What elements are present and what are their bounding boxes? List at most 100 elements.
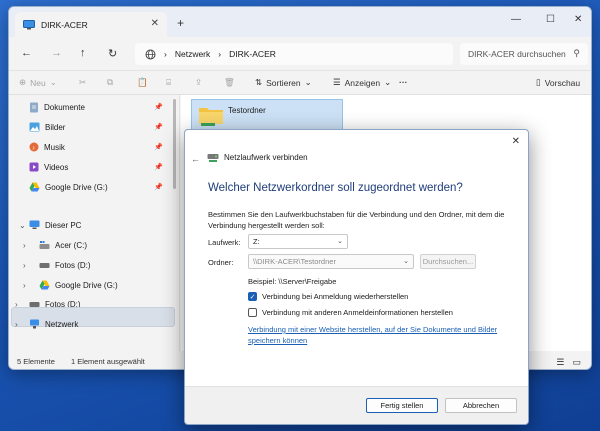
item-count: 5 Elemente bbox=[17, 356, 55, 366]
sidebar-item-google-drive-g[interactable]: Google Drive (G:) bbox=[39, 276, 118, 294]
chevron-down-icon: ⌄ bbox=[403, 258, 409, 265]
up-icon[interactable]: ↑ bbox=[80, 47, 86, 59]
sidebar-item-dokumente[interactable]: Dokumente 📌 bbox=[29, 98, 169, 116]
folder-name: Testordner bbox=[228, 106, 266, 115]
sidebar-item-dieser-pc[interactable]: Dieser PC bbox=[29, 216, 81, 234]
network-icon bbox=[29, 319, 40, 329]
search-placeholder: DIRK-ACER durchsuchen bbox=[468, 49, 566, 59]
search-input[interactable]: DIRK-ACER durchsuchen ⚲ bbox=[460, 43, 588, 65]
sidebar-item-videos[interactable]: Videos 📌 bbox=[29, 158, 169, 176]
plus-circle-icon: ⊕ bbox=[19, 77, 27, 87]
network-drive-icon bbox=[207, 152, 219, 163]
network-globe-icon bbox=[145, 49, 156, 60]
shared-folder-icon bbox=[198, 105, 224, 127]
dialog-description: Bestimmen Sie den Laufwerkbuchstaben für… bbox=[208, 210, 505, 230]
sidebar-item-label: Netzwerk bbox=[45, 319, 79, 329]
sidebar-item-label: Fotos (D:) bbox=[55, 260, 91, 270]
breadcrumb-network[interactable]: Netzwerk bbox=[175, 49, 210, 59]
breadcrumb-dirk-acer[interactable]: DIRK-ACER bbox=[229, 49, 276, 59]
maximize-icon[interactable]: ☐ bbox=[546, 14, 555, 25]
reconnect-label: Verbindung bei Anmeldung wiederherstelle… bbox=[262, 292, 409, 301]
reconnect-checkbox[interactable]: ✓ bbox=[248, 292, 257, 301]
pin-icon[interactable]: 📌 bbox=[154, 123, 163, 131]
dialog-heading: Welcher Netzwerkordner soll zugeordnet w… bbox=[208, 182, 463, 194]
pin-icon[interactable]: 📌 bbox=[154, 163, 163, 171]
close-tab-icon[interactable]: ✕ bbox=[151, 18, 159, 29]
details-view-icon[interactable]: ☰ bbox=[556, 357, 564, 368]
tiles-view-icon[interactable]: ▭ bbox=[572, 357, 581, 368]
cut-icon[interactable]: ✂ bbox=[79, 77, 86, 88]
chevron-right-icon[interactable]: › bbox=[23, 261, 26, 270]
sidebar-scrollbar[interactable] bbox=[173, 99, 176, 189]
sort-icon: ⇅ bbox=[255, 77, 263, 87]
chevron-right-icon[interactable]: › bbox=[23, 281, 26, 290]
videos-icon bbox=[29, 162, 39, 172]
sidebar-item-label: Dokumente bbox=[44, 102, 85, 112]
chevron-down-icon: ⌄ bbox=[304, 77, 312, 87]
dialog-title: Netzlaufwerk verbinden bbox=[224, 153, 308, 162]
sort-button[interactable]: ⇅ Sortieren ⌄ bbox=[255, 77, 312, 88]
drive-letter-value: Z: bbox=[253, 237, 260, 246]
pin-icon[interactable]: 📌 bbox=[154, 143, 163, 151]
view-button[interactable]: ☰ Anzeigen ⌄ bbox=[333, 77, 391, 88]
sidebar-item-google-drive[interactable]: Google Drive (G:) 📌 bbox=[29, 178, 169, 196]
chevron-down-icon: ⌄ bbox=[337, 238, 343, 245]
back-arrow-icon[interactable]: ← bbox=[191, 154, 200, 164]
sidebar-item-acer-c[interactable]: Acer (C:) bbox=[39, 236, 87, 254]
tab-dirk-acer[interactable]: DIRK-ACER ✕ bbox=[15, 12, 167, 37]
close-icon[interactable]: ✕ bbox=[512, 136, 520, 147]
other-credentials-checkbox[interactable] bbox=[248, 308, 257, 317]
drive-letter-select[interactable]: Z: ⌄ bbox=[248, 234, 348, 249]
folder-path-input[interactable]: \\DIRK-ACER\Testordner ⌄ bbox=[248, 254, 414, 269]
pane-divider[interactable] bbox=[179, 95, 180, 351]
chevron-right-icon: › bbox=[164, 49, 167, 59]
sidebar-item-fotos-d[interactable]: Fotos (D:) bbox=[39, 256, 91, 274]
more-options-button[interactable]: ··· bbox=[399, 77, 408, 87]
other-credentials-label: Verbindung mit anderen Anmeldeinformatio… bbox=[262, 308, 453, 317]
finish-button[interactable]: Fertig stellen bbox=[366, 398, 438, 413]
folder-item-testordner[interactable]: Testordner bbox=[191, 99, 343, 131]
view-icon: ☰ bbox=[333, 77, 341, 87]
forward-icon[interactable]: → bbox=[51, 47, 62, 59]
google-drive-icon bbox=[29, 182, 40, 192]
svg-text:♪: ♪ bbox=[32, 146, 35, 152]
sidebar-item-netzwerk[interactable]: Netzwerk bbox=[29, 315, 78, 333]
back-icon[interactable]: ← bbox=[21, 47, 32, 59]
paste-icon[interactable]: 📋 bbox=[137, 77, 148, 88]
delete-icon[interactable]: 🗑 bbox=[224, 77, 235, 88]
other-credentials-checkbox-row[interactable]: Verbindung mit anderen Anmeldeinformatio… bbox=[248, 308, 453, 317]
chevron-right-icon[interactable]: › bbox=[15, 320, 18, 329]
refresh-icon[interactable]: ↻ bbox=[108, 47, 117, 60]
drive-windows-icon bbox=[39, 240, 50, 250]
cancel-button[interactable]: Abbrechen bbox=[445, 398, 517, 413]
navigation-pane: Dokumente 📌 Bilder 📌 ♪ Musik 📌 Videos 📌 … bbox=[9, 95, 179, 351]
view-label: Anzeigen bbox=[344, 77, 381, 88]
sidebar-item-bilder[interactable]: Bilder 📌 bbox=[29, 118, 169, 136]
dialog-title-row: Netzlaufwerk verbinden bbox=[207, 152, 308, 163]
preview-button[interactable]: ▯ Vorschau bbox=[536, 77, 580, 88]
pictures-icon bbox=[29, 122, 40, 132]
chevron-down-icon[interactable]: ⌄ bbox=[19, 221, 26, 230]
example-text: Beispiel: \\Server\Freigabe bbox=[248, 277, 337, 286]
share-icon[interactable]: ⇪ bbox=[195, 77, 202, 88]
monitor-icon bbox=[23, 19, 35, 30]
minimize-icon[interactable]: — bbox=[511, 14, 521, 25]
new-button[interactable]: ⊕ Neu ⌄ bbox=[19, 77, 57, 88]
close-window-icon[interactable]: ✕ bbox=[574, 14, 582, 25]
dialog-footer: Fertig stellen Abbrechen bbox=[185, 386, 528, 424]
sidebar-item-label: Google Drive (G:) bbox=[45, 182, 108, 192]
pin-icon[interactable]: 📌 bbox=[154, 103, 163, 111]
reconnect-checkbox-row[interactable]: ✓ Verbindung bei Anmeldung wiederherstel… bbox=[248, 292, 408, 301]
copy-icon[interactable]: ⧉ bbox=[107, 77, 113, 88]
website-connection-link[interactable]: Verbindung mit einer Website herstellen,… bbox=[248, 324, 508, 346]
rename-icon[interactable]: ⌸ bbox=[166, 77, 171, 88]
map-network-drive-dialog: ✕ ← Netzlaufwerk verbinden Welcher Netzw… bbox=[184, 129, 529, 425]
music-icon: ♪ bbox=[29, 142, 39, 152]
address-field[interactable]: › Netzwerk › DIRK-ACER bbox=[135, 43, 453, 65]
pin-icon[interactable]: 📌 bbox=[154, 183, 163, 191]
chevron-right-icon: › bbox=[218, 49, 222, 59]
new-tab-icon[interactable]: + bbox=[177, 16, 184, 30]
browse-button[interactable]: Durchsuchen... bbox=[420, 254, 476, 269]
sidebar-item-musik[interactable]: ♪ Musik 📌 bbox=[29, 138, 169, 156]
chevron-right-icon[interactable]: › bbox=[23, 241, 26, 250]
